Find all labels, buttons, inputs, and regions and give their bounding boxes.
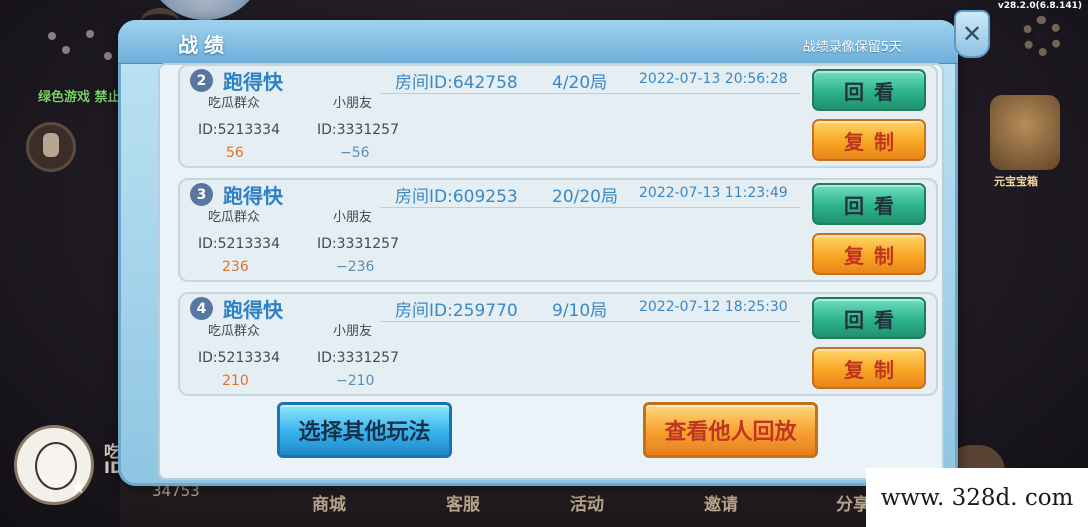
player-name: 小朋友 — [333, 324, 373, 339]
nav-invite[interactable]: 邀请 — [704, 490, 738, 515]
player-score: 236 — [222, 259, 249, 275]
divider — [380, 93, 800, 94]
game-name: 跑得快 — [223, 298, 283, 322]
select-other-mode-button[interactable]: 选择其他玩法 — [277, 402, 452, 458]
divider — [380, 207, 800, 208]
blossom-decoration — [48, 32, 56, 40]
round-count: 4/20局 — [552, 73, 608, 93]
round-count: 20/20局 — [552, 187, 618, 207]
record-time: 2022-07-13 20:56:28 — [639, 71, 788, 87]
player-name: 小朋友 — [333, 96, 373, 111]
game-name: 跑得快 — [223, 184, 283, 208]
blossom-decoration — [104, 52, 112, 60]
nav-share[interactable]: 分享 — [836, 490, 870, 515]
replay-button[interactable]: 回看 — [812, 183, 926, 225]
blossom-decoration — [62, 46, 70, 54]
green-game-notice: 绿色游戏 禁止 — [38, 90, 121, 105]
stamp-icon[interactable] — [26, 122, 76, 172]
copy-button[interactable]: 复制 — [812, 347, 926, 389]
player-name: 小朋友 — [333, 210, 373, 225]
player-score: 56 — [226, 145, 244, 161]
record-index: 2 — [190, 69, 213, 92]
star-icon: ★ — [70, 477, 87, 498]
record-time: 2022-07-13 11:23:49 — [639, 185, 788, 201]
player-id: ID:3331257 — [317, 350, 399, 366]
replay-button[interactable]: 回看 — [812, 297, 926, 339]
treasure-chest-label: 元宝宝箱 — [994, 175, 1038, 188]
player-name: 吃瓜群众 — [208, 96, 261, 111]
player-name: 吃瓜群众 — [208, 324, 261, 339]
room-id: 房间ID:642758 — [395, 73, 518, 93]
modal-title: 战绩 — [178, 33, 230, 57]
player-score: −236 — [336, 259, 375, 275]
nav-service[interactable]: 客服 — [446, 490, 480, 515]
record-index: 3 — [190, 183, 213, 206]
replay-button[interactable]: 回看 — [812, 69, 926, 111]
player-score: −56 — [340, 145, 370, 161]
version-label: v28.2.0(6.8.141) — [997, 1, 1082, 11]
record-time: 2022-07-12 18:25:30 — [639, 299, 788, 315]
record-index: 4 — [190, 297, 213, 320]
player-id: ID:3331257 — [317, 236, 399, 252]
settings-gear-icon[interactable] — [1022, 16, 1062, 56]
nav-shop[interactable]: 商城 — [312, 490, 346, 515]
player-score: 210 — [222, 373, 249, 389]
view-others-replay-button[interactable]: 查看他人回放 — [643, 402, 818, 458]
player-score: −210 — [336, 373, 375, 389]
close-icon: ✕ — [961, 20, 983, 48]
round-count: 9/10局 — [552, 301, 608, 321]
player-id: ID:5213334 — [198, 350, 280, 366]
modal-header: 战绩 战绩录像保留5天 — [118, 20, 958, 64]
game-name: 跑得快 — [223, 70, 283, 94]
player-name: 吃瓜群众 — [208, 210, 261, 225]
retention-note: 战绩录像保留5天 — [802, 40, 902, 55]
player-id: ID:5213334 — [198, 236, 280, 252]
copy-button[interactable]: 复制 — [812, 233, 926, 275]
divider — [380, 321, 800, 322]
site-watermark: www. 328d. com — [866, 468, 1088, 527]
player-id: ID:5213334 — [198, 122, 280, 138]
room-id: 房间ID:609253 — [395, 187, 518, 207]
nav-activity[interactable]: 活动 — [570, 490, 604, 515]
room-id: 房间ID:259770 — [395, 301, 518, 321]
copy-button[interactable]: 复制 — [812, 119, 926, 161]
close-button[interactable]: ✕ — [954, 10, 990, 58]
player-id: ID:3331257 — [317, 122, 399, 138]
treasure-chest-icon[interactable] — [990, 95, 1060, 170]
blossom-decoration — [86, 30, 94, 38]
